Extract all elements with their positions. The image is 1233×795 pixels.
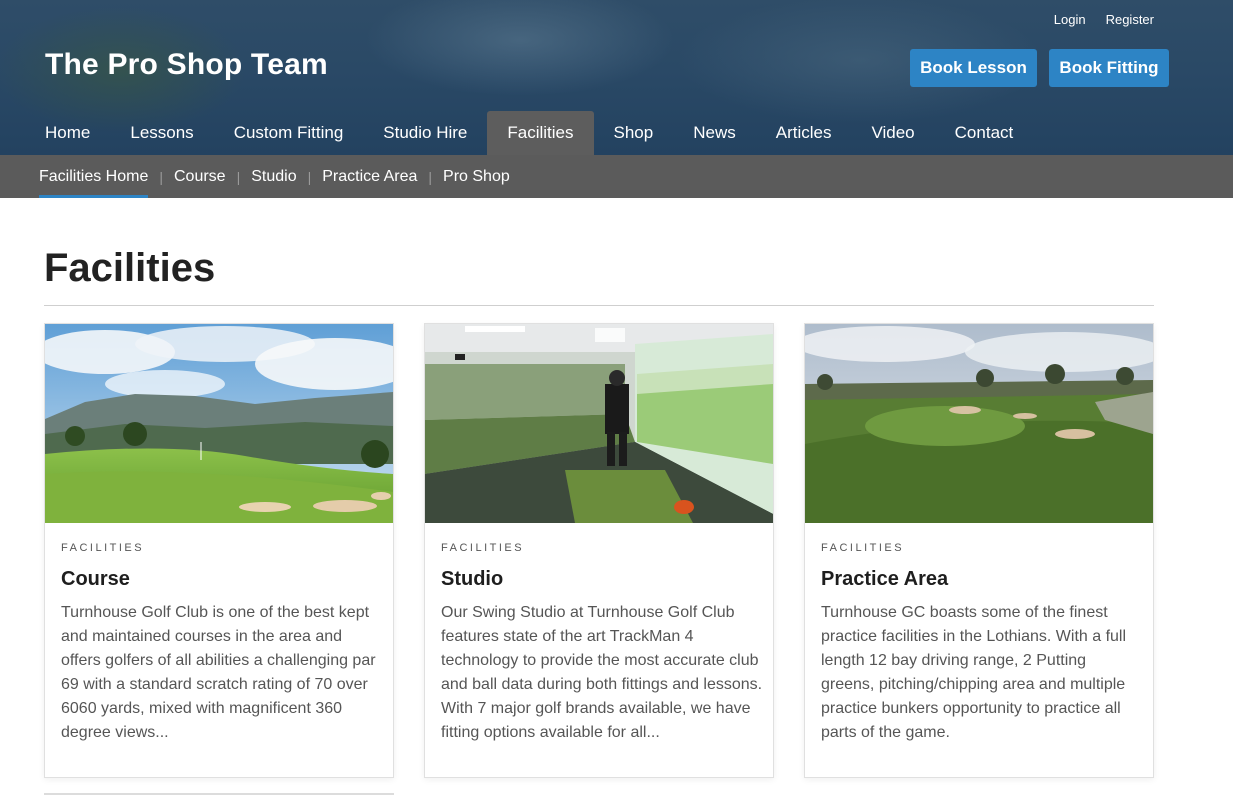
nav-item-shop[interactable]: Shop xyxy=(594,111,674,155)
course-photo[interactable] xyxy=(45,324,393,523)
card-title[interactable]: Practice Area xyxy=(821,568,948,591)
nav-item-studio-hire[interactable]: Studio Hire xyxy=(363,111,487,155)
card-kicker: FACILITIES xyxy=(821,542,905,554)
card-excerpt: Turnhouse GC boasts some of the finest p… xyxy=(821,604,1127,741)
login-link[interactable]: Login xyxy=(1054,12,1086,27)
book-fitting-button[interactable]: Book Fitting xyxy=(1049,49,1169,87)
card-kicker: FACILITIES xyxy=(61,542,145,554)
nav-item-articles[interactable]: Articles xyxy=(756,111,852,155)
page-title: Facilities xyxy=(44,246,216,290)
nav-item-news[interactable]: News xyxy=(673,111,756,155)
main-nav: Home Lessons Custom Fitting Studio Hire … xyxy=(25,111,1033,155)
heading-divider xyxy=(44,305,1154,306)
nav-item-lessons[interactable]: Lessons xyxy=(110,111,213,155)
nav-item-home[interactable]: Home xyxy=(25,111,110,155)
nav-item-custom-fitting[interactable]: Custom Fitting xyxy=(214,111,364,155)
sub-nav: Facilities Home | Course | Studio | Prac… xyxy=(0,155,1233,198)
facility-card-practice-area[interactable]: FACILITIES Practice Area Turnhouse GC bo… xyxy=(804,323,1154,778)
book-lesson-button[interactable]: Book Lesson xyxy=(910,49,1037,87)
facility-card-course[interactable]: FACILITIES Course Turnhouse Golf Club is… xyxy=(44,323,394,778)
subnav-item-facilities-home[interactable]: Facilities Home xyxy=(39,155,149,198)
studio-photo[interactable] xyxy=(425,324,773,523)
site-title[interactable]: The Pro Shop Team xyxy=(45,48,328,82)
card-title[interactable]: Studio xyxy=(441,568,503,591)
subnav-separator: | xyxy=(428,168,433,185)
subnav-item-studio[interactable]: Studio xyxy=(251,155,296,198)
nav-item-video[interactable]: Video xyxy=(851,111,934,155)
subnav-separator: | xyxy=(236,168,241,185)
subnav-item-course[interactable]: Course xyxy=(174,155,226,198)
card-kicker: FACILITIES xyxy=(441,542,525,554)
subnav-separator: | xyxy=(307,168,312,185)
nav-item-facilities[interactable]: Facilities xyxy=(487,111,594,155)
subnav-item-pro-shop[interactable]: Pro Shop xyxy=(443,155,510,198)
card-excerpt: Our Swing Studio at Turnhouse Golf Club … xyxy=(441,604,763,741)
subnav-item-practice-area[interactable]: Practice Area xyxy=(322,155,417,198)
account-links: Login Register xyxy=(1054,12,1154,27)
facility-card-studio[interactable]: FACILITIES Studio Our Swing Studio at Tu… xyxy=(424,323,774,778)
register-link[interactable]: Register xyxy=(1106,12,1154,27)
site-header: Login Register The Pro Shop Team Book Le… xyxy=(0,0,1233,155)
card-title[interactable]: Course xyxy=(61,568,130,591)
subnav-separator: | xyxy=(159,168,163,185)
card-excerpt: Turnhouse Golf Club is one of the best k… xyxy=(61,604,376,741)
practice-area-photo[interactable] xyxy=(805,324,1153,523)
nav-item-contact[interactable]: Contact xyxy=(935,111,1034,155)
